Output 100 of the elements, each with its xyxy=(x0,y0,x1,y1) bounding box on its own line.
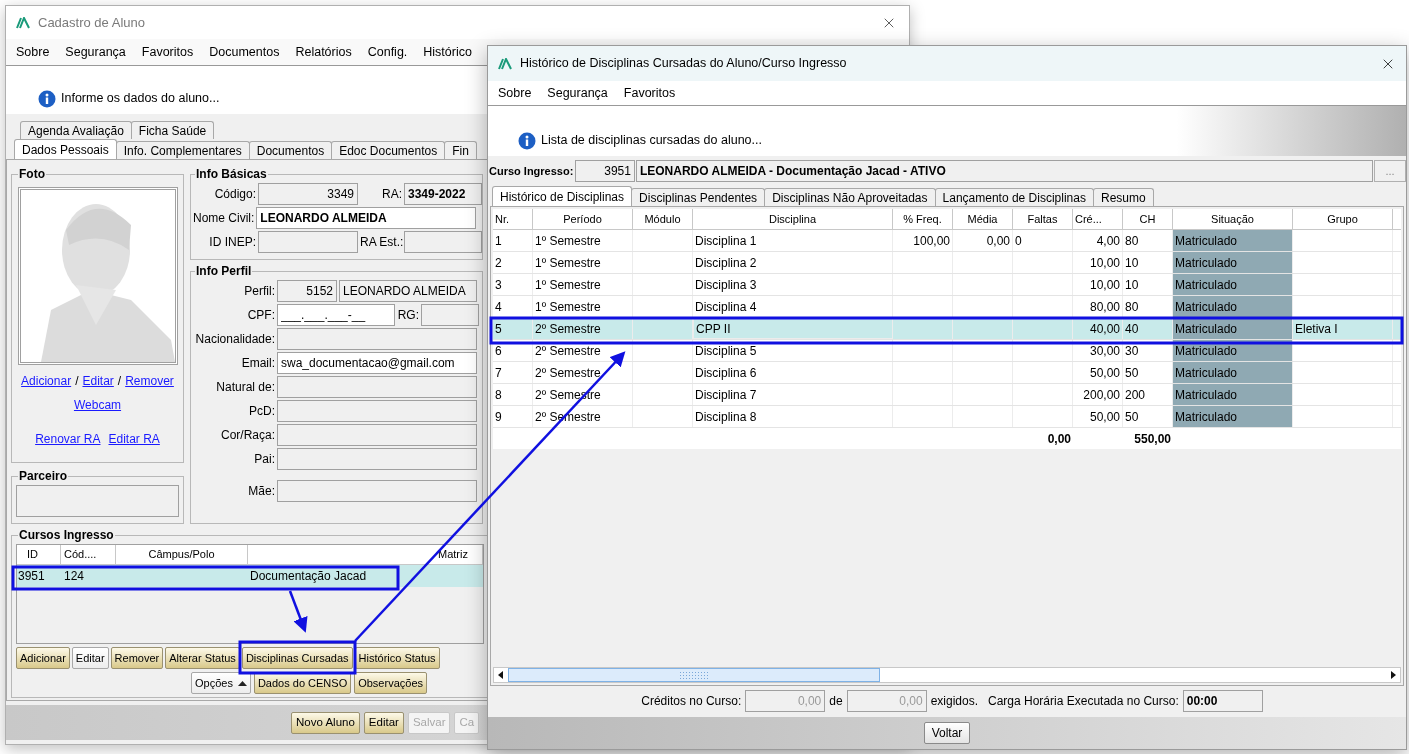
text-field[interactable]: 3349 xyxy=(258,183,358,205)
tab[interactable]: Disciplinas Pendentes xyxy=(631,188,766,206)
table-cell-text: 2º Semestre xyxy=(535,364,601,382)
action-button[interactable]: Histórico Status xyxy=(354,647,440,669)
info-text: Informe os dados do aluno... xyxy=(61,90,220,108)
action-button[interactable]: Alterar Status xyxy=(165,647,240,669)
tab[interactable]: Ficha Saúde xyxy=(130,121,215,139)
group-title: Foto xyxy=(18,166,46,183)
text-field[interactable] xyxy=(277,424,477,446)
text-field[interactable]: 3349-2022 xyxy=(404,183,482,205)
menu-item[interactable]: Segurança xyxy=(65,42,126,62)
field-label: RA Est.: xyxy=(360,234,402,251)
table-cell-text: Disciplina 3 xyxy=(695,276,757,294)
action-button[interactable]: Remover xyxy=(110,647,164,669)
text-field[interactable]: LEONARDO ALMEIDA xyxy=(256,207,477,229)
column-header: CH xyxy=(1123,209,1173,229)
table-cell-text: 1º Semestre xyxy=(535,276,601,294)
action-button[interactable]: Adicionar xyxy=(16,647,70,669)
menu-item[interactable]: Config. xyxy=(367,42,408,62)
horizontal-scrollbar[interactable] xyxy=(493,667,1401,683)
column-header: ID xyxy=(17,545,61,564)
table-cell-text: 5 xyxy=(495,320,502,338)
column-header: Disciplina xyxy=(693,209,893,229)
tab[interactable]: Fin xyxy=(444,141,477,159)
text-field[interactable]: LEONARDO ALMEIDA xyxy=(339,280,477,302)
text-field[interactable] xyxy=(277,328,477,350)
text-field[interactable]: LEONARDO ALMEIDA - Documentação Jacad - ATIVO xyxy=(635,160,1374,182)
scrollbar-thumb[interactable] xyxy=(508,668,880,682)
text-field[interactable]: ___.___.___-__ xyxy=(277,304,395,326)
text-field[interactable] xyxy=(277,400,477,422)
tab[interactable]: Info. Complementares xyxy=(115,141,250,159)
field-label: ID INEP: xyxy=(208,234,256,251)
table-row[interactable]: 5 2º Semestre CPP II 40,00 40 Matriculado Eletiva I xyxy=(493,318,1401,340)
field-label: CPF: xyxy=(246,307,275,324)
table-cell-text: 50 xyxy=(1125,408,1139,426)
table-row[interactable]: 1 1º Semestre Disciplina 1 100,00 0,00 0 4,00 80 Matriculado xyxy=(493,230,1401,252)
text-field[interactable] xyxy=(258,231,358,253)
menu-item[interactable]: Favoritos xyxy=(141,42,194,62)
link[interactable]: Webcam xyxy=(73,396,122,414)
text-field[interactable]: 00:00 xyxy=(1182,690,1263,712)
table-row[interactable]: 7 2º Semestre Disciplina 6 50,00 50 Matriculado xyxy=(493,362,1401,384)
action-button[interactable]: Observações xyxy=(354,672,427,694)
field-label: de xyxy=(829,693,843,710)
tab[interactable]: Lançamento de Disciplinas xyxy=(934,188,1094,206)
table-cell-text: 7 xyxy=(495,364,502,382)
column-header: Nr. xyxy=(493,209,533,229)
action-button[interactable]: Disciplinas Cursadas xyxy=(241,647,353,669)
link[interactable]: Adicionar xyxy=(21,372,72,390)
action-button[interactable]: Novo Aluno xyxy=(291,711,360,734)
table-row[interactable]: 4 1º Semestre Disciplina 4 80,00 80 Matriculado xyxy=(493,296,1401,318)
table-row[interactable]: 3 1º Semestre Disciplina 3 10,00 10 Matriculado xyxy=(493,274,1401,296)
text-field[interactable] xyxy=(404,231,482,253)
menu-item[interactable]: Favoritos xyxy=(623,83,676,103)
caret-up-icon xyxy=(237,680,247,686)
table-row[interactable]: 2 1º Semestre Disciplina 2 10,00 10 Matriculado xyxy=(493,252,1401,274)
column-header: Cód.... xyxy=(61,545,116,564)
field-label: Carga Horária Executada no Curso: xyxy=(988,693,1179,710)
tab[interactable]: Disciplinas Não Aproveitadas xyxy=(764,188,936,206)
menu-item[interactable]: Sobre xyxy=(16,42,50,62)
tab[interactable]: Agenda Avaliação xyxy=(20,121,132,139)
action-button[interactable]: Editar xyxy=(363,711,404,734)
column-header: Cré... xyxy=(1073,209,1123,229)
link[interactable]: Editar RA xyxy=(108,430,160,448)
menu-item[interactable]: Relatórios xyxy=(295,42,352,62)
text-field[interactable] xyxy=(277,376,477,398)
table-cell-text: 80 xyxy=(1125,232,1139,250)
menu-item[interactable]: Documentos xyxy=(209,42,280,62)
dropdown-button[interactable]: Opções xyxy=(191,672,251,694)
text-field[interactable]: 5152 xyxy=(277,280,337,302)
column-header: Matriz xyxy=(248,545,483,564)
tab[interactable]: Resumo xyxy=(1092,188,1154,206)
group-title: Cursos Ingresso xyxy=(18,527,115,544)
menu-item[interactable]: Histórico xyxy=(423,42,472,62)
text-field[interactable]: 3951 xyxy=(574,160,635,182)
table-cell-text: 0,00 xyxy=(986,232,1010,250)
menu-item[interactable]: Sobre xyxy=(498,83,532,103)
table-row[interactable]: 3951 124 Documentação Jacad xyxy=(17,565,483,587)
text-field[interactable] xyxy=(421,304,479,326)
back-button[interactable]: Voltar xyxy=(923,722,971,744)
text-field[interactable] xyxy=(277,480,477,502)
table-cell-text: Disciplina 4 xyxy=(695,298,757,316)
table-cell-text: 10,00 xyxy=(1089,254,1120,272)
table-cell-text: Matriculado xyxy=(1175,408,1238,426)
table-cell-text: Disciplina 2 xyxy=(695,254,757,272)
link[interactable]: Remover xyxy=(125,372,174,390)
text-field[interactable]: swa_documentacao@gmail.com xyxy=(277,352,477,374)
tab[interactable]: Histórico de Disciplinas xyxy=(492,186,633,206)
table-cell-text: 1º Semestre xyxy=(535,232,601,250)
table-cell-text: CPP II xyxy=(696,320,731,338)
link[interactable]: Renovar RA xyxy=(35,430,101,448)
action-button[interactable]: Editar xyxy=(71,647,109,669)
link[interactable]: Editar xyxy=(82,372,114,390)
field-label: exigidos. xyxy=(930,693,978,710)
menu-item[interactable]: Segurança xyxy=(547,83,608,103)
table-cell-text: 10,00 xyxy=(1089,276,1120,294)
tab[interactable]: Dados Pessoais xyxy=(14,139,117,159)
info-icon xyxy=(38,90,56,108)
total-cell-text: 550,00 xyxy=(1134,430,1171,448)
text-field[interactable] xyxy=(277,448,477,470)
table-cell-text: Matriculado xyxy=(1175,342,1238,360)
